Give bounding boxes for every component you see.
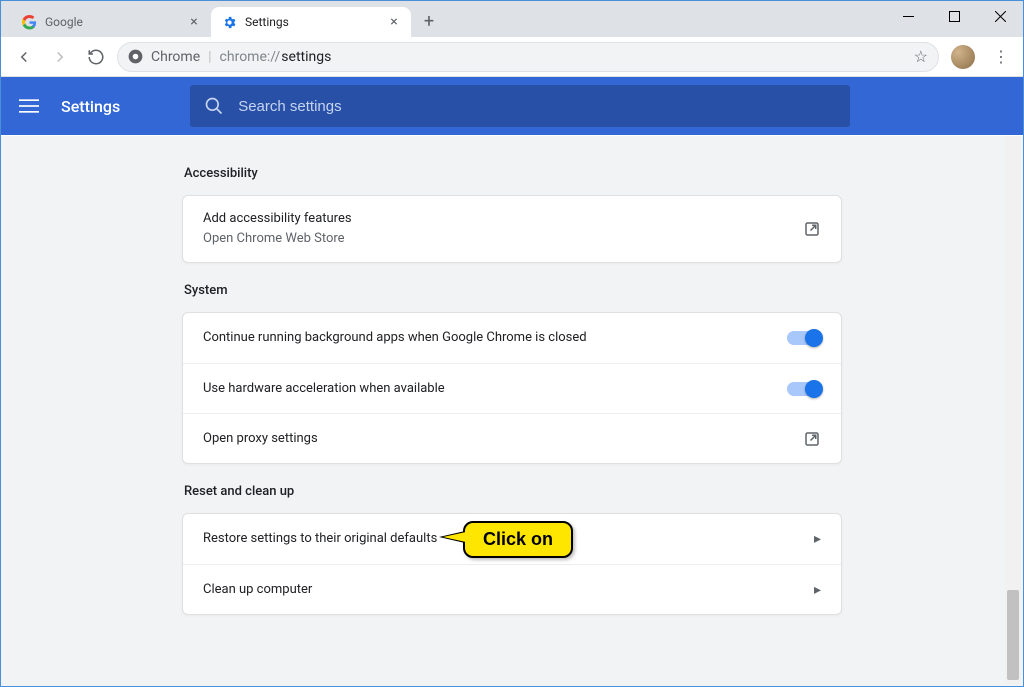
url-prefix: chrome://: [220, 49, 281, 65]
url-path: settings: [281, 49, 331, 65]
toggle-hardware-acceleration[interactable]: [787, 382, 821, 396]
reset-card: Restore settings to their original defau…: [182, 513, 842, 615]
forward-button[interactable]: [45, 42, 75, 72]
chrome-menu-button[interactable]: ⋮: [987, 47, 1015, 66]
reload-button[interactable]: [81, 42, 111, 72]
tab-strip: Google × Settings × +: [1, 1, 443, 37]
tab-title: Settings: [245, 15, 379, 29]
row-clean-up-computer[interactable]: Clean up computer ▸: [183, 564, 841, 614]
toggle-background-apps[interactable]: [787, 331, 821, 345]
chevron-right-icon: ▸: [814, 531, 821, 547]
close-window-button[interactable]: [977, 1, 1023, 31]
back-button[interactable]: [9, 42, 39, 72]
url-host: Chrome: [151, 49, 200, 65]
google-favicon-icon: [21, 14, 37, 30]
scrollbar-thumb[interactable]: [1007, 590, 1019, 680]
profile-avatar[interactable]: [951, 45, 975, 69]
new-tab-button[interactable]: +: [415, 7, 443, 35]
settings-favicon-icon: [221, 14, 237, 30]
row-label: Continue running background apps when Go…: [203, 329, 775, 347]
minimize-button[interactable]: [885, 1, 931, 31]
tab-title: Google: [45, 15, 179, 29]
callout-annotation: Click on: [463, 521, 573, 558]
row-label: Open proxy settings: [203, 430, 791, 448]
row-label: Use hardware acceleration when available: [203, 380, 775, 398]
chevron-right-icon: ▸: [814, 582, 821, 598]
chrome-info-icon: [128, 49, 143, 64]
window-controls: [885, 1, 1023, 31]
browser-tab-settings[interactable]: Settings ×: [211, 7, 411, 37]
browser-toolbar: Chrome | chrome://settings ☆ ⋮: [1, 37, 1023, 77]
search-icon: [204, 96, 224, 116]
search-settings-input[interactable]: [238, 98, 836, 115]
window-titlebar: Google × Settings × +: [1, 1, 1023, 37]
row-restore-defaults[interactable]: Restore settings to their original defau…: [183, 514, 841, 564]
tab-close-icon[interactable]: ×: [187, 15, 201, 29]
address-bar[interactable]: Chrome | chrome://settings ☆: [117, 42, 939, 72]
callout-text: Click on: [483, 529, 553, 549]
row-label: Clean up computer: [203, 581, 802, 599]
system-card: Continue running background apps when Go…: [182, 312, 842, 464]
settings-header: Settings: [1, 77, 1023, 135]
settings-content: Accessibility Add accessibility features…: [1, 136, 1023, 686]
browser-tab-google[interactable]: Google ×: [11, 7, 211, 37]
row-sublabel: Open Chrome Web Store: [203, 230, 791, 248]
bookmark-star-icon[interactable]: ☆: [914, 47, 928, 66]
section-title-accessibility: Accessibility: [184, 166, 842, 181]
search-settings-box[interactable]: [190, 85, 850, 127]
external-link-icon: [803, 220, 821, 238]
tab-close-icon[interactable]: ×: [387, 15, 401, 29]
scrollbar[interactable]: [1005, 136, 1021, 684]
menu-hamburger-icon[interactable]: [19, 96, 39, 116]
row-add-accessibility-features[interactable]: Add accessibility features Open Chrome W…: [183, 196, 841, 262]
row-open-proxy-settings[interactable]: Open proxy settings: [183, 413, 841, 463]
header-title: Settings: [61, 97, 120, 116]
accessibility-card: Add accessibility features Open Chrome W…: [182, 195, 842, 263]
row-hardware-acceleration[interactable]: Use hardware acceleration when available: [183, 363, 841, 413]
section-title-reset: Reset and clean up: [184, 484, 842, 499]
maximize-button[interactable]: [931, 1, 977, 31]
row-label: Add accessibility features: [203, 210, 791, 228]
row-background-apps[interactable]: Continue running background apps when Go…: [183, 313, 841, 363]
section-title-system: System: [184, 283, 842, 298]
external-link-icon: [803, 430, 821, 448]
url-separator: |: [208, 49, 211, 65]
